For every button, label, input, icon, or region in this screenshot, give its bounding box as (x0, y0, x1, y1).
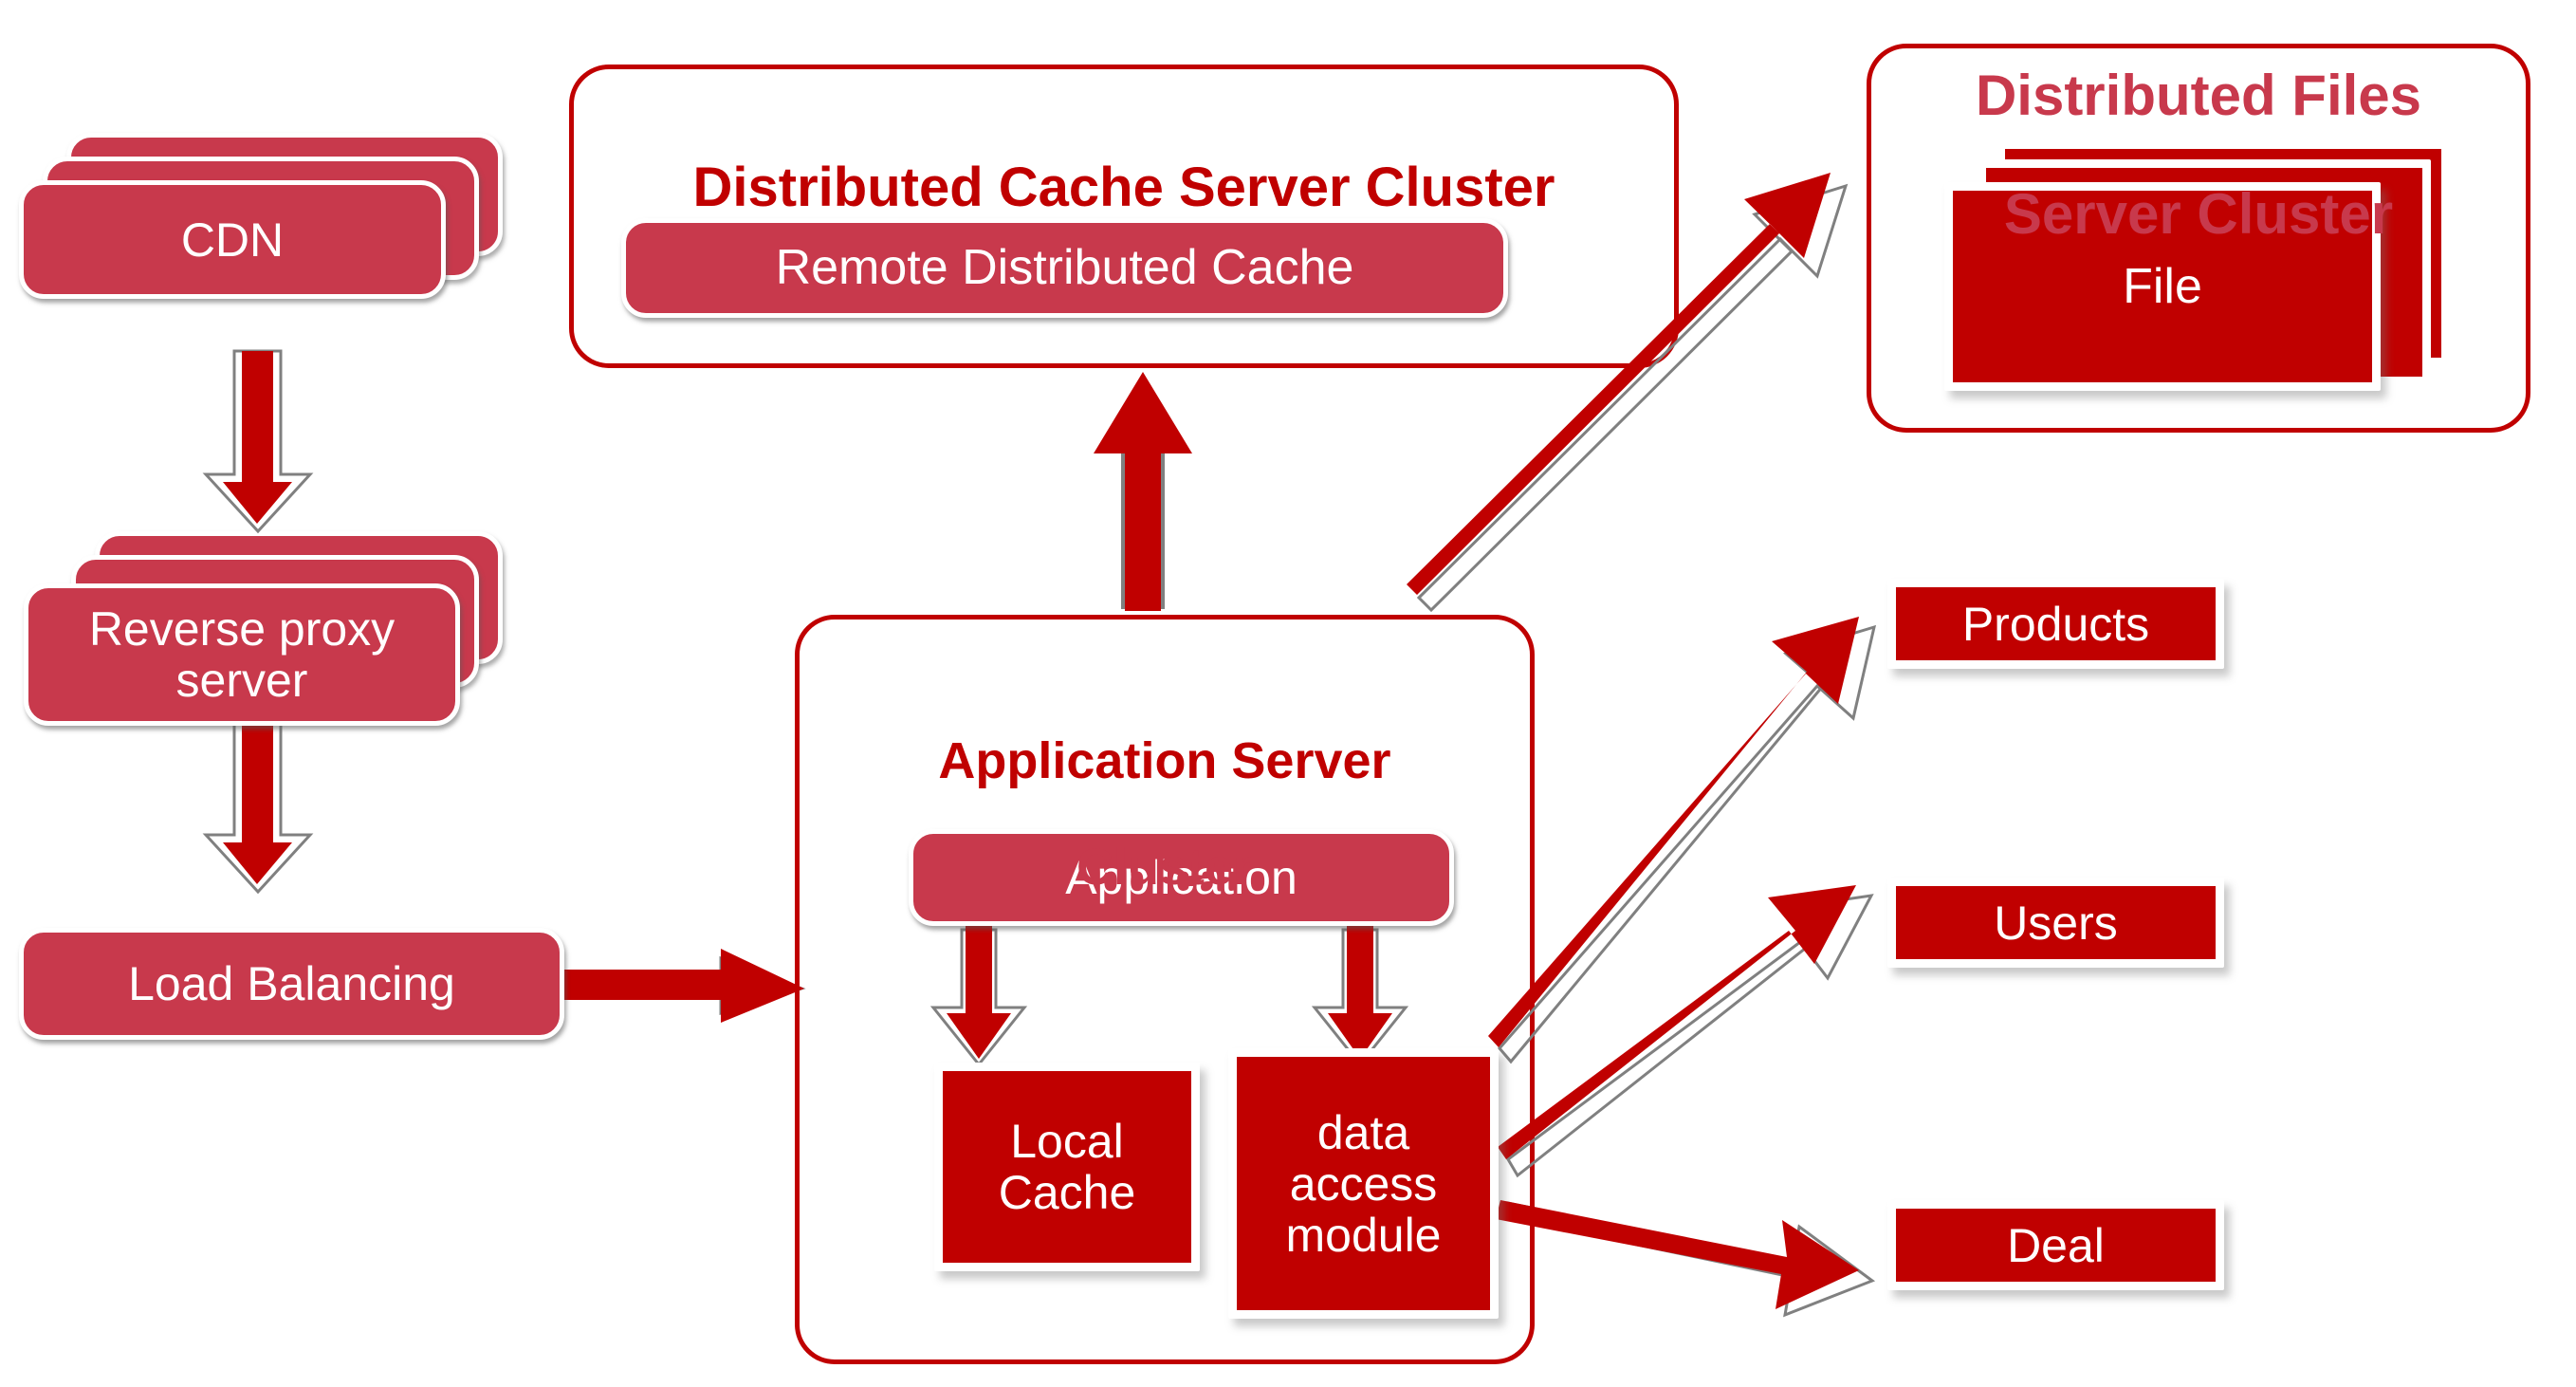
cluster-distributed-cache-title: Distributed Cache Server Cluster (569, 102, 1679, 217)
edge-reverse-proxy-to-load-balancing (202, 719, 314, 895)
cluster-application-server-title-line2: Cluster (1076, 839, 1254, 897)
node-load-balancing[interactable]: Load Balancing (19, 928, 564, 1040)
node-cdn[interactable]: CDN (19, 180, 446, 299)
node-local-cache-label: Local Cache (998, 1115, 1136, 1219)
node-products[interactable]: Products (1887, 579, 2224, 669)
edge-cdn-to-reverse-proxy (202, 349, 314, 534)
cluster-distributed-files-title-line2: Server Cluster (2003, 182, 2394, 247)
edge-data-access-to-deal (1496, 1200, 1876, 1318)
cluster-application-server-title-line1: Application Server (938, 732, 1391, 790)
node-products-label: Products (1961, 597, 2150, 651)
cluster-distributed-files-title: Distributed Files Server Cluster (1867, 8, 2530, 304)
node-data-access-module[interactable]: data access module (1228, 1048, 1499, 1319)
cluster-application-server-title: Application Server Cluster (795, 681, 1535, 948)
node-remote-distributed-cache[interactable]: Remote Distributed Cache (621, 218, 1508, 318)
cluster-distributed-cache-title-text: Distributed Cache Server Cluster (692, 157, 1555, 219)
edge-application-cluster-to-cache-cluster (1094, 372, 1192, 611)
node-users[interactable]: Users (1887, 878, 2224, 968)
node-deal[interactable]: Deal (1887, 1200, 2224, 1290)
cluster-distributed-files-title-line1: Distributed Files (1975, 64, 2422, 128)
node-deal-label: Deal (2007, 1218, 2105, 1272)
edge-load-balancing-to-application-cluster (561, 949, 806, 1023)
node-load-balancing-label: Load Balancing (128, 957, 455, 1010)
edge-data-access-to-users (1498, 885, 1874, 1178)
diagram-canvas: CDN Reverse proxy server Load Balancing … (0, 0, 2576, 1387)
node-cdn-label: CDN (180, 213, 285, 267)
node-reverse-proxy-server[interactable]: Reverse proxy server (24, 583, 460, 726)
node-reverse-proxy-server-label: Reverse proxy server (88, 602, 396, 707)
edge-data-access-to-products (1488, 617, 1877, 1064)
node-data-access-module-label: data access module (1285, 1105, 1442, 1262)
node-users-label: Users (1994, 896, 2118, 950)
node-remote-distributed-cache-label: Remote Distributed Cache (775, 240, 1354, 296)
node-local-cache[interactable]: Local Cache (934, 1063, 1200, 1271)
